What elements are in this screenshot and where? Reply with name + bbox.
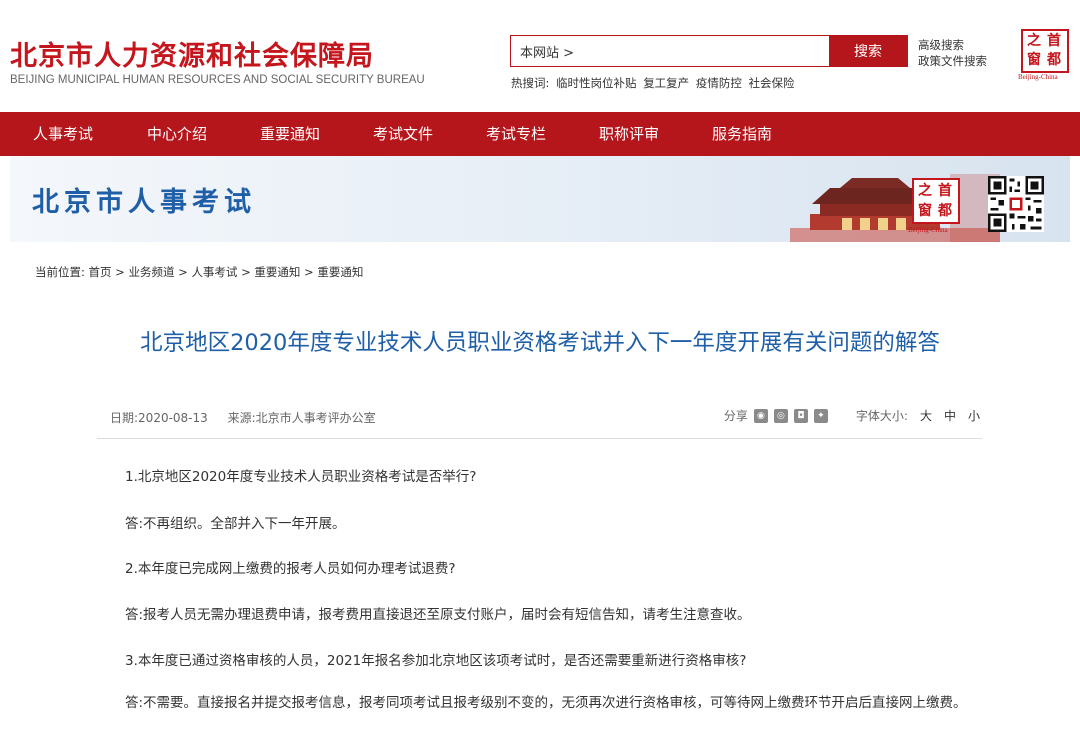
banner-seal-logo: 之 首 窗 都 bbox=[912, 178, 960, 224]
wechat-share-icon[interactable]: ◎ bbox=[773, 408, 788, 423]
article-meta: 日期:2020-08-13 来源:北京市人事考评办公室 bbox=[110, 409, 376, 426]
hot-word-2[interactable]: 复工复产 bbox=[643, 76, 689, 90]
article-paragraph-a1: 答:不再组织。全部并入下一年开展。 bbox=[125, 516, 346, 532]
article-paragraph-a3: 答:不需要。直接报名并提交报考信息，报考同项考试且报考级别不变的，无须再次进行资… bbox=[125, 695, 967, 711]
tiananmen-illustration bbox=[790, 174, 1000, 242]
banner-seal-char: 首 bbox=[938, 183, 952, 199]
article-paragraph-q2: 2.本年度已完成网上缴费的报考人员如何办理考试退费? bbox=[125, 561, 456, 577]
article-date: 日期:2020-08-13 bbox=[110, 411, 208, 425]
site-header: 北京市人力资源和社会保障局 BEIJING MUNICIPAL HUMAN RE… bbox=[0, 0, 1080, 112]
seal-char: 都 bbox=[1047, 52, 1061, 68]
hot-word-3[interactable]: 疫情防控 bbox=[696, 76, 742, 90]
seal-char: 之 bbox=[1027, 33, 1041, 49]
banner-seal-char: 窗 bbox=[918, 203, 932, 219]
nav-item-about[interactable]: 中心介绍 bbox=[147, 112, 207, 156]
site-subtitle: BEIJING MUNICIPAL HUMAN RESOURCES AND SO… bbox=[10, 74, 425, 86]
nav-item-exam-docs[interactable]: 考试文件 bbox=[373, 112, 433, 156]
qzone-share-icon[interactable]: ✦ bbox=[813, 408, 828, 423]
nav-item-service-guide[interactable]: 服务指南 bbox=[712, 112, 772, 156]
breadcrumb-home[interactable]: 首页 bbox=[89, 265, 112, 279]
hot-search-row: 热搜词: 临时性岗位补贴 复工复产 疫情防控 社会保险 bbox=[511, 75, 798, 91]
article-tools: 分享 ◉ ◎ ◘ ✦ 字体大小: 大 中 小 bbox=[724, 407, 980, 424]
breadcrumb-exam[interactable]: 人事考试 bbox=[191, 265, 237, 279]
qr-code-icon[interactable] bbox=[988, 176, 1044, 232]
banner-title: 北京市人事考试 bbox=[32, 187, 256, 218]
qq-share-icon[interactable]: ◘ bbox=[793, 408, 808, 423]
section-banner: 北京市人事考试 之 首 窗 都 Beijing-China bbox=[10, 156, 1070, 242]
article-paragraph-a2: 答:报考人员无需办理退费申请，报考费用直接退还至原支付账户，届时会有短信告知，请… bbox=[125, 607, 751, 623]
search-box: 搜索 bbox=[510, 35, 908, 67]
breadcrumb-label: 当前位置: bbox=[35, 265, 85, 279]
breadcrumb-notices[interactable]: 重要通知 bbox=[254, 265, 300, 279]
banner-seal-char: 都 bbox=[938, 203, 952, 219]
hot-word-1[interactable]: 临时性岗位补贴 bbox=[556, 76, 637, 90]
advanced-search-links: 高级搜索 政策文件搜索 bbox=[918, 37, 987, 69]
font-size-medium-button[interactable]: 中 bbox=[944, 407, 956, 424]
font-size-label: 字体大小: bbox=[855, 409, 908, 423]
advanced-search-link[interactable]: 高级搜索 bbox=[918, 37, 987, 53]
banner-seal-char: 之 bbox=[918, 183, 932, 199]
nav-item-exam[interactable]: 人事考试 bbox=[33, 112, 93, 156]
breadcrumb-separator: > bbox=[237, 265, 255, 279]
breadcrumb-separator: > bbox=[111, 265, 129, 279]
hot-search-label: 热搜词: bbox=[511, 76, 550, 90]
breadcrumb-current[interactable]: 重要通知 bbox=[317, 265, 363, 279]
weibo-share-icon[interactable]: ◉ bbox=[753, 408, 768, 423]
font-size-small-button[interactable]: 小 bbox=[968, 407, 980, 424]
seal-char: 窗 bbox=[1027, 52, 1041, 68]
site-title[interactable]: 北京市人力资源和社会保障局 bbox=[10, 34, 374, 73]
search-button[interactable]: 搜索 bbox=[829, 36, 907, 66]
breadcrumb: 当前位置: 首页 > 业务频道 > 人事考试 > 重要通知 > 重要通知 bbox=[35, 264, 363, 280]
main-nav: 人事考试 中心介绍 重要通知 考试文件 考试专栏 职称评审 服务指南 bbox=[0, 112, 1080, 156]
article-divider bbox=[97, 438, 982, 439]
nav-item-title-review[interactable]: 职称评审 bbox=[599, 112, 659, 156]
article-paragraph-q1: 1.北京地区2020年度专业技术人员职业资格考试是否举行? bbox=[125, 469, 477, 485]
seal-char: 首 bbox=[1047, 33, 1061, 49]
nav-item-exam-columns[interactable]: 考试专栏 bbox=[486, 112, 546, 156]
article-title: 北京地区2020年度专业技术人员职业资格考试并入下一年度开展有关问题的解答 bbox=[140, 330, 940, 356]
hot-word-4[interactable]: 社会保险 bbox=[749, 76, 795, 90]
share-label: 分享 bbox=[723, 409, 748, 423]
breadcrumb-separator: > bbox=[300, 265, 318, 279]
font-size-large-button[interactable]: 大 bbox=[920, 407, 932, 424]
breadcrumb-channel[interactable]: 业务频道 bbox=[128, 265, 174, 279]
article-paragraph-q3: 3.本年度已通过资格审核的人员，2021年报名参加北京地区该项考试时，是否还需要… bbox=[125, 653, 747, 669]
nav-item-notices[interactable]: 重要通知 bbox=[260, 112, 320, 156]
breadcrumb-separator: > bbox=[174, 265, 192, 279]
capital-window-seal-logo[interactable]: 之 首 窗 都 bbox=[1021, 29, 1069, 73]
seal-caption: Beijing-China bbox=[1018, 73, 1058, 81]
policy-search-link[interactable]: 政策文件搜索 bbox=[918, 53, 987, 69]
search-input[interactable] bbox=[511, 36, 829, 66]
article-source: 来源:北京市人事考评办公室 bbox=[227, 411, 376, 425]
banner-seal-caption: Beijing-China bbox=[908, 226, 948, 234]
